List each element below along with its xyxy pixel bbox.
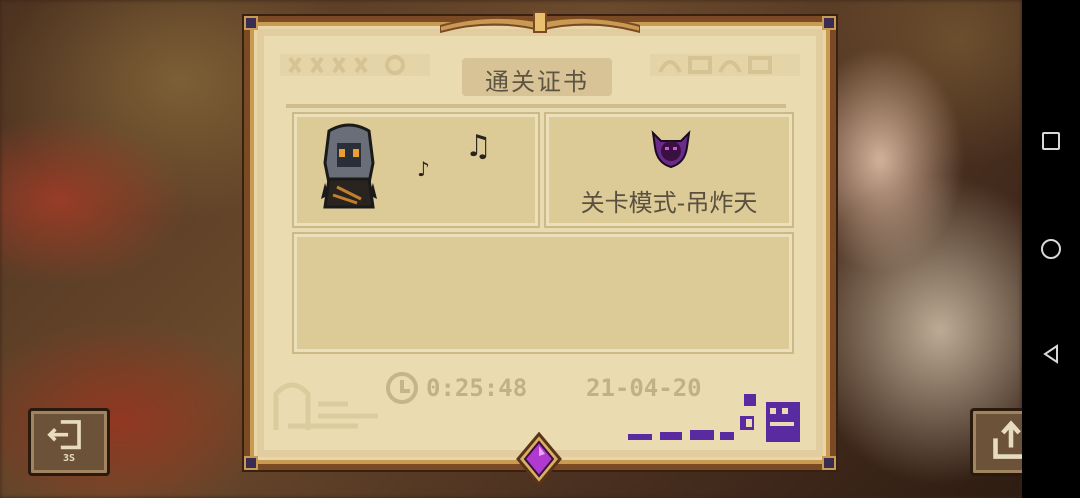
decorative-pattern-icon: [280, 54, 430, 76]
clock-icon: [386, 372, 418, 404]
music-note-icon: ♫: [465, 129, 492, 164]
character-card: ♪ ♫: [292, 112, 540, 228]
certificate-title: 通关证书: [485, 68, 589, 96]
divider: [286, 104, 786, 108]
signature-icon: [628, 394, 800, 442]
frame-corner: [822, 16, 836, 30]
frame-corner: [822, 456, 836, 470]
frame-corner: [244, 16, 258, 30]
time-value: 0:25:48: [426, 374, 528, 402]
mode-card: 关卡模式-吊炸天: [544, 112, 794, 228]
system-nav-bar: [1022, 0, 1080, 498]
home-circle-icon[interactable]: [1041, 239, 1061, 259]
exit-button[interactable]: 3S: [28, 408, 110, 476]
back-triangle-icon[interactable]: [1041, 344, 1061, 364]
recent-apps-icon[interactable]: [1042, 132, 1060, 150]
purple-gem-icon: [516, 432, 562, 486]
details-area: [292, 232, 794, 354]
mode-label: 关卡模式-吊炸天: [580, 189, 758, 217]
frame-corner: [244, 456, 258, 470]
demon-horns-icon: [651, 130, 691, 169]
clear-certificate-panel: 通关证书 ♪ ♫ 关卡模式-吊炸天 0:25:48 21-04-20: [244, 11, 836, 470]
hooded-character-sprite: [321, 123, 377, 209]
top-ornament-icon: [440, 11, 640, 34]
title-banner: 通关证书: [462, 58, 612, 96]
exit-countdown: 3S: [62, 453, 76, 464]
music-note-icon: ♪: [417, 157, 430, 181]
decorative-pattern-icon: [650, 54, 800, 76]
